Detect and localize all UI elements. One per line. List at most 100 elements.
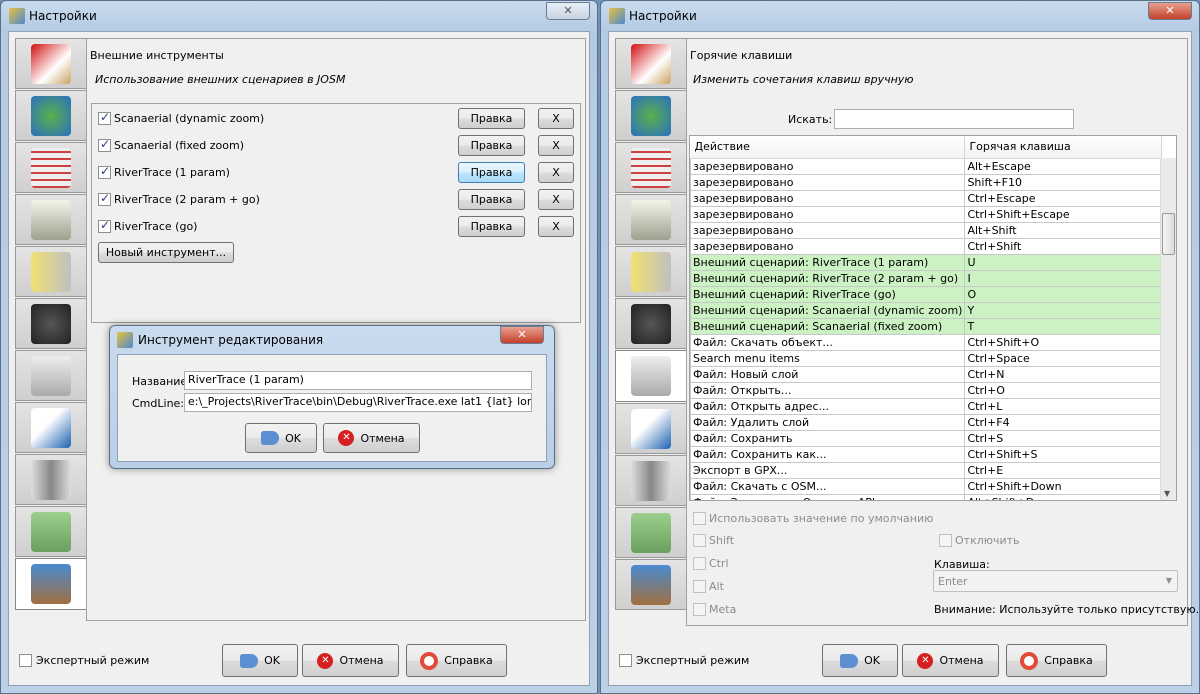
table-row[interactable]: зарезервировано Ctrl+Shift (690, 237, 1162, 255)
table-row[interactable]: Внешний сценарий: RiverTrace (1 param) U (690, 253, 1162, 271)
preferences-tab[interactable] (15, 506, 87, 557)
delete-tool-button[interactable]: X (538, 189, 574, 210)
preferences-tab[interactable] (15, 558, 87, 610)
tool-enabled-checkbox[interactable] (98, 191, 111, 206)
tool-enabled-checkbox[interactable] (98, 164, 111, 179)
preferences-tab[interactable] (615, 194, 687, 245)
edit-tool-button[interactable]: Правка (458, 108, 525, 129)
shortcut-cell: Ctrl+Shift+O (964, 333, 1162, 351)
preferences-tab[interactable] (615, 142, 687, 193)
delete-tool-button[interactable]: X (538, 162, 574, 183)
table-row[interactable]: Внешний сценарий: RiverTrace (go) O (690, 285, 1162, 303)
delete-tool-button[interactable]: X (538, 108, 574, 129)
table-row[interactable]: Внешний сценарий: Scanaerial (fixed zoom… (690, 317, 1162, 335)
table-row[interactable]: Внешний сценарий: Scanaerial (dynamic zo… (690, 301, 1162, 319)
alt-checkbox[interactable] (693, 580, 706, 593)
table-row[interactable]: Файл: Сохранить Ctrl+S (690, 429, 1162, 447)
tool-enabled-checkbox[interactable] (98, 110, 111, 125)
key-select[interactable]: Enter ▼ (933, 570, 1178, 592)
preferences-tab[interactable] (15, 402, 87, 453)
delete-label: X (552, 220, 560, 233)
table-row[interactable]: зарезервировано Alt+Escape (690, 157, 1162, 175)
preferences-tab[interactable] (615, 559, 687, 610)
preferences-tab[interactable] (15, 454, 87, 505)
preferences-tab[interactable] (615, 403, 687, 454)
table-row[interactable]: зарезервировано Ctrl+Escape (690, 189, 1162, 207)
delete-label: X (552, 166, 560, 179)
cmdline-input[interactable]: e:\_Projects\RiverTrace\bin\Debug\RiverT… (184, 393, 532, 412)
ok-button[interactable]: OK (822, 644, 898, 677)
delete-tool-button[interactable]: X (538, 135, 574, 156)
help-lifebuoy-icon (1020, 651, 1039, 670)
table-row[interactable]: Файл: Удалить слой Ctrl+F4 (690, 413, 1162, 431)
connection-plug-icon (631, 199, 671, 240)
preferences-tab[interactable] (615, 298, 687, 349)
table-row[interactable]: Файл: Новый слой Ctrl+N (690, 365, 1162, 383)
preferences-tab[interactable] (615, 455, 687, 506)
meta-label: Meta (709, 603, 737, 616)
shift-checkbox[interactable] (693, 534, 706, 547)
help-button[interactable]: Справка (1006, 644, 1107, 677)
table-row[interactable]: Файл: Скачать объект... Ctrl+Shift+O (690, 333, 1162, 351)
panel-subtitle: Использование внешних сценариев в JOSM (95, 73, 346, 86)
ok-arrow-icon (261, 431, 280, 445)
preferences-tab[interactable] (15, 246, 87, 297)
close-button[interactable]: ✕ (546, 2, 590, 20)
scrollbar-thumb[interactable] (1162, 213, 1175, 255)
close-button[interactable]: ✕ (1148, 2, 1192, 20)
preferences-tab[interactable] (15, 90, 87, 141)
edit-tool-button[interactable]: Правка (458, 162, 525, 183)
table-row[interactable]: зарезервировано Shift+F10 (690, 173, 1162, 191)
tool-enabled-checkbox[interactable] (98, 218, 111, 233)
search-input[interactable] (834, 109, 1074, 129)
table-row[interactable]: Файл: Загрузить с Overpass APIAlt+Shift+… (690, 493, 1162, 500)
preferences-tab[interactable] (15, 194, 87, 245)
preferences-tab[interactable] (615, 350, 687, 402)
table-row[interactable]: зарезервировано Alt+Shift (690, 221, 1162, 239)
preferences-tab[interactable] (615, 246, 687, 297)
use-default-checkbox[interactable] (693, 512, 706, 525)
column-header-action[interactable]: Действие (690, 136, 966, 159)
preferences-tab[interactable] (15, 142, 87, 193)
preferences-tab[interactable] (615, 507, 687, 558)
preferences-tab[interactable] (15, 298, 87, 349)
dialog-ok-button[interactable]: OK (245, 423, 317, 453)
cancel-button[interactable]: ✕ Отмена (302, 644, 399, 677)
edit-tool-button[interactable]: Правка (458, 189, 525, 210)
preferences-tab[interactable] (15, 350, 87, 401)
preferences-tab[interactable] (615, 38, 687, 89)
dialog-close-button[interactable]: ✕ (500, 326, 544, 344)
delete-tool-button[interactable]: X (538, 216, 574, 237)
edit-tool-button[interactable]: Правка (458, 135, 525, 156)
shortcut-cell: Alt+Shift (964, 221, 1162, 239)
meta-checkbox[interactable] (693, 603, 706, 616)
table-row[interactable]: Файл: Открыть... Ctrl+O (690, 381, 1162, 399)
preferences-tab[interactable] (615, 90, 687, 141)
shift-label: Shift (709, 534, 735, 547)
name-input[interactable]: RiverTrace (1 param) (184, 371, 532, 390)
table-scrollbar[interactable]: ▼ (1160, 158, 1176, 500)
table-row[interactable]: Внешний сценарий: RiverTrace (2 param + … (690, 269, 1162, 287)
preferences-tab[interactable] (15, 38, 87, 89)
map-globe-icon (31, 95, 71, 136)
table-row[interactable]: Файл: Сохранить как... Ctrl+Shift+S (690, 445, 1162, 463)
table-row[interactable]: Search menu items Ctrl+Space (690, 349, 1162, 367)
expert-mode-checkbox[interactable] (19, 654, 32, 667)
ctrl-checkbox[interactable] (693, 557, 706, 570)
help-button[interactable]: Справка (406, 644, 507, 677)
cancel-button[interactable]: ✕ Отмена (902, 644, 999, 677)
table-row[interactable]: зарезервировано Ctrl+Shift+Escape (690, 205, 1162, 223)
table-row[interactable]: Экспорт в GPX... Ctrl+E (690, 461, 1162, 479)
disable-checkbox[interactable] (939, 534, 952, 547)
tool-enabled-checkbox[interactable] (98, 137, 111, 152)
table-row[interactable]: Файл: Скачать с OSM... Ctrl+Shift+Down (690, 477, 1162, 495)
ok-button[interactable]: OK (222, 644, 298, 677)
validator-checkmark-icon (31, 407, 71, 448)
expert-mode-checkbox[interactable] (619, 654, 632, 667)
edit-tool-button[interactable]: Правка (458, 216, 525, 237)
scroll-down-arrow-icon[interactable]: ▼ (1164, 489, 1170, 498)
dialog-cancel-button[interactable]: ✕ Отмена (323, 423, 420, 453)
column-header-shortcut[interactable]: Горячая клавиша (964, 136, 1162, 159)
new-tool-button[interactable]: Новый инструмент... (98, 242, 234, 263)
table-row[interactable]: Файл: Открыть адрес... Ctrl+L (690, 397, 1162, 415)
